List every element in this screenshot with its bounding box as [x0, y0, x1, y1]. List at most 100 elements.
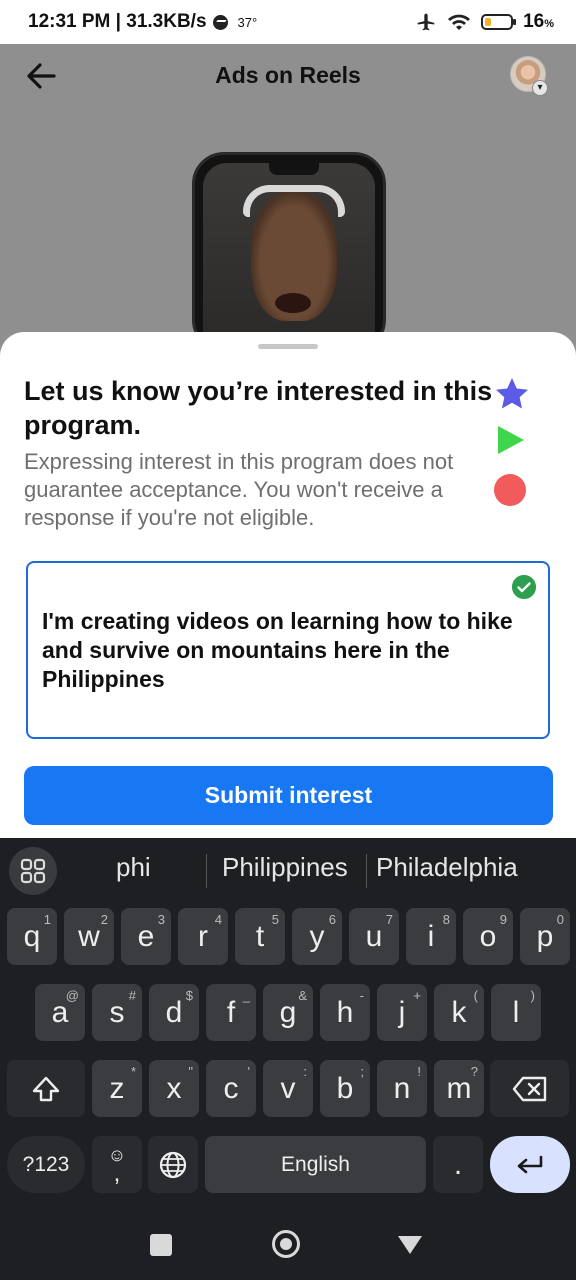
key-c[interactable]: c ' [206, 1060, 256, 1117]
globe-icon [159, 1151, 187, 1178]
key-x[interactable]: x " [149, 1060, 199, 1117]
key-r[interactable]: r4 [178, 908, 228, 965]
key-q[interactable]: q1 [7, 908, 57, 965]
key-hint: - [359, 988, 364, 1003]
key-s[interactable]: s # [92, 984, 142, 1041]
key-label: f [226, 995, 236, 1029]
back-button[interactable] [398, 1236, 422, 1254]
status-bar: 12:31 PM | 31.3KB/s 37° 16% [0, 0, 576, 44]
key-label: x [166, 1071, 182, 1105]
key-hint: + [413, 988, 421, 1003]
key-m[interactable]: m? [434, 1060, 484, 1117]
key-hint: ' [247, 1064, 250, 1079]
interest-text-value[interactable]: I'm creating videos on learning how to h… [42, 607, 532, 694]
status-temperature: 37° [237, 14, 258, 30]
wifi-icon [448, 14, 471, 30]
key-d[interactable]: d $ [149, 984, 199, 1041]
home-button[interactable] [272, 1230, 300, 1258]
key-n[interactable]: n! [377, 1060, 427, 1117]
key-hint: # [128, 988, 136, 1003]
key-z[interactable]: z * [92, 1060, 142, 1117]
emoji-comma-key[interactable]: ☺ , [92, 1136, 142, 1193]
star-icon [496, 378, 528, 409]
key-y[interactable]: y6 [292, 908, 342, 965]
enter-icon [517, 1155, 543, 1173]
key-t[interactable]: t5 [235, 908, 285, 965]
key-l[interactable]: l) [491, 984, 541, 1041]
space-key[interactable]: English [205, 1136, 426, 1193]
key-o[interactable]: o9 [463, 908, 513, 965]
key-hint: * [130, 1064, 136, 1079]
suggestion-3[interactable]: Philadelphia [376, 852, 518, 883]
key-h[interactable]: h- [320, 984, 370, 1041]
language-key[interactable] [148, 1136, 198, 1193]
key-a[interactable]: a @ [35, 984, 85, 1041]
key-label: k [451, 995, 467, 1029]
interest-text-field[interactable]: I'm creating videos on learning how to h… [26, 561, 550, 739]
key-i[interactable]: i8 [406, 908, 456, 965]
key-p[interactable]: p0 [520, 908, 570, 965]
key-hint: ! [417, 1064, 421, 1079]
sheet-description: Expressing interest in this program does… [24, 449, 454, 530]
shift-key[interactable] [7, 1060, 85, 1117]
suggestion-divider [366, 854, 367, 888]
recents-button[interactable] [150, 1234, 172, 1256]
period-key[interactable]: . [433, 1136, 483, 1193]
key-g[interactable]: g & [263, 984, 313, 1041]
symbols-key[interactable]: ?123 [7, 1136, 85, 1193]
key-f[interactable]: f _ [206, 984, 256, 1041]
key-hint: 6 [328, 912, 336, 927]
key-u[interactable]: u7 [349, 908, 399, 965]
play-icon [498, 426, 524, 454]
enter-key[interactable] [490, 1136, 570, 1193]
phone-illustration [192, 152, 386, 352]
key-hint: 3 [157, 912, 165, 927]
key-hint: _ [242, 988, 250, 1003]
key-label: i [427, 919, 435, 953]
key-e[interactable]: e3 [121, 908, 171, 965]
backspace-icon [512, 1076, 546, 1101]
suggestion-divider [206, 854, 207, 888]
sheet-title: Let us know you’re interested in this pr… [24, 376, 493, 440]
key-hint: ? [470, 1064, 478, 1079]
key-label: o [479, 919, 497, 953]
submit-interest-button[interactable]: Submit interest [24, 766, 553, 825]
key-hint: @ [65, 988, 79, 1003]
page-title: Ads on Reels [215, 62, 361, 88]
key-label: p [536, 919, 554, 953]
chevron-down-icon[interactable]: ▾ [532, 80, 548, 96]
key-j[interactable]: j + [377, 984, 427, 1041]
comma-label: , [113, 1159, 121, 1187]
key-label: l [512, 995, 520, 1029]
key-v[interactable]: v: [263, 1060, 313, 1117]
key-hint: ( [473, 988, 478, 1003]
messenger-icon [212, 14, 228, 30]
key-hint: 5 [271, 912, 279, 927]
circle-icon [494, 474, 526, 506]
drag-handle[interactable] [258, 344, 318, 349]
key-k[interactable]: k( [434, 984, 484, 1041]
key-label: r [198, 919, 208, 953]
key-b[interactable]: b; [320, 1060, 370, 1117]
key-w[interactable]: w2 [64, 908, 114, 965]
key-hint: $ [185, 988, 193, 1003]
suggestion-1[interactable]: phi [116, 852, 151, 883]
battery-unit: % [544, 18, 554, 30]
key-label: j [398, 995, 406, 1029]
mouth [275, 293, 311, 313]
key-hint: : [303, 1064, 307, 1079]
key-hint: " [188, 1064, 193, 1079]
backspace-key[interactable] [490, 1060, 569, 1117]
keyboard-apps-button[interactable] [9, 847, 57, 895]
bottom-sheet: Let us know you’re interested in this pr… [0, 332, 576, 838]
key-hint: 9 [499, 912, 507, 927]
check-icon [512, 575, 536, 599]
phone-notch [269, 163, 319, 175]
key-hint: 4 [214, 912, 222, 927]
battery-percent: 16 [523, 11, 545, 32]
key-label: s [109, 995, 125, 1029]
battery-icon [481, 14, 517, 30]
key-label: v [280, 1071, 296, 1105]
suggestion-2[interactable]: Philippines [222, 852, 348, 883]
key-label: n [393, 1071, 411, 1105]
